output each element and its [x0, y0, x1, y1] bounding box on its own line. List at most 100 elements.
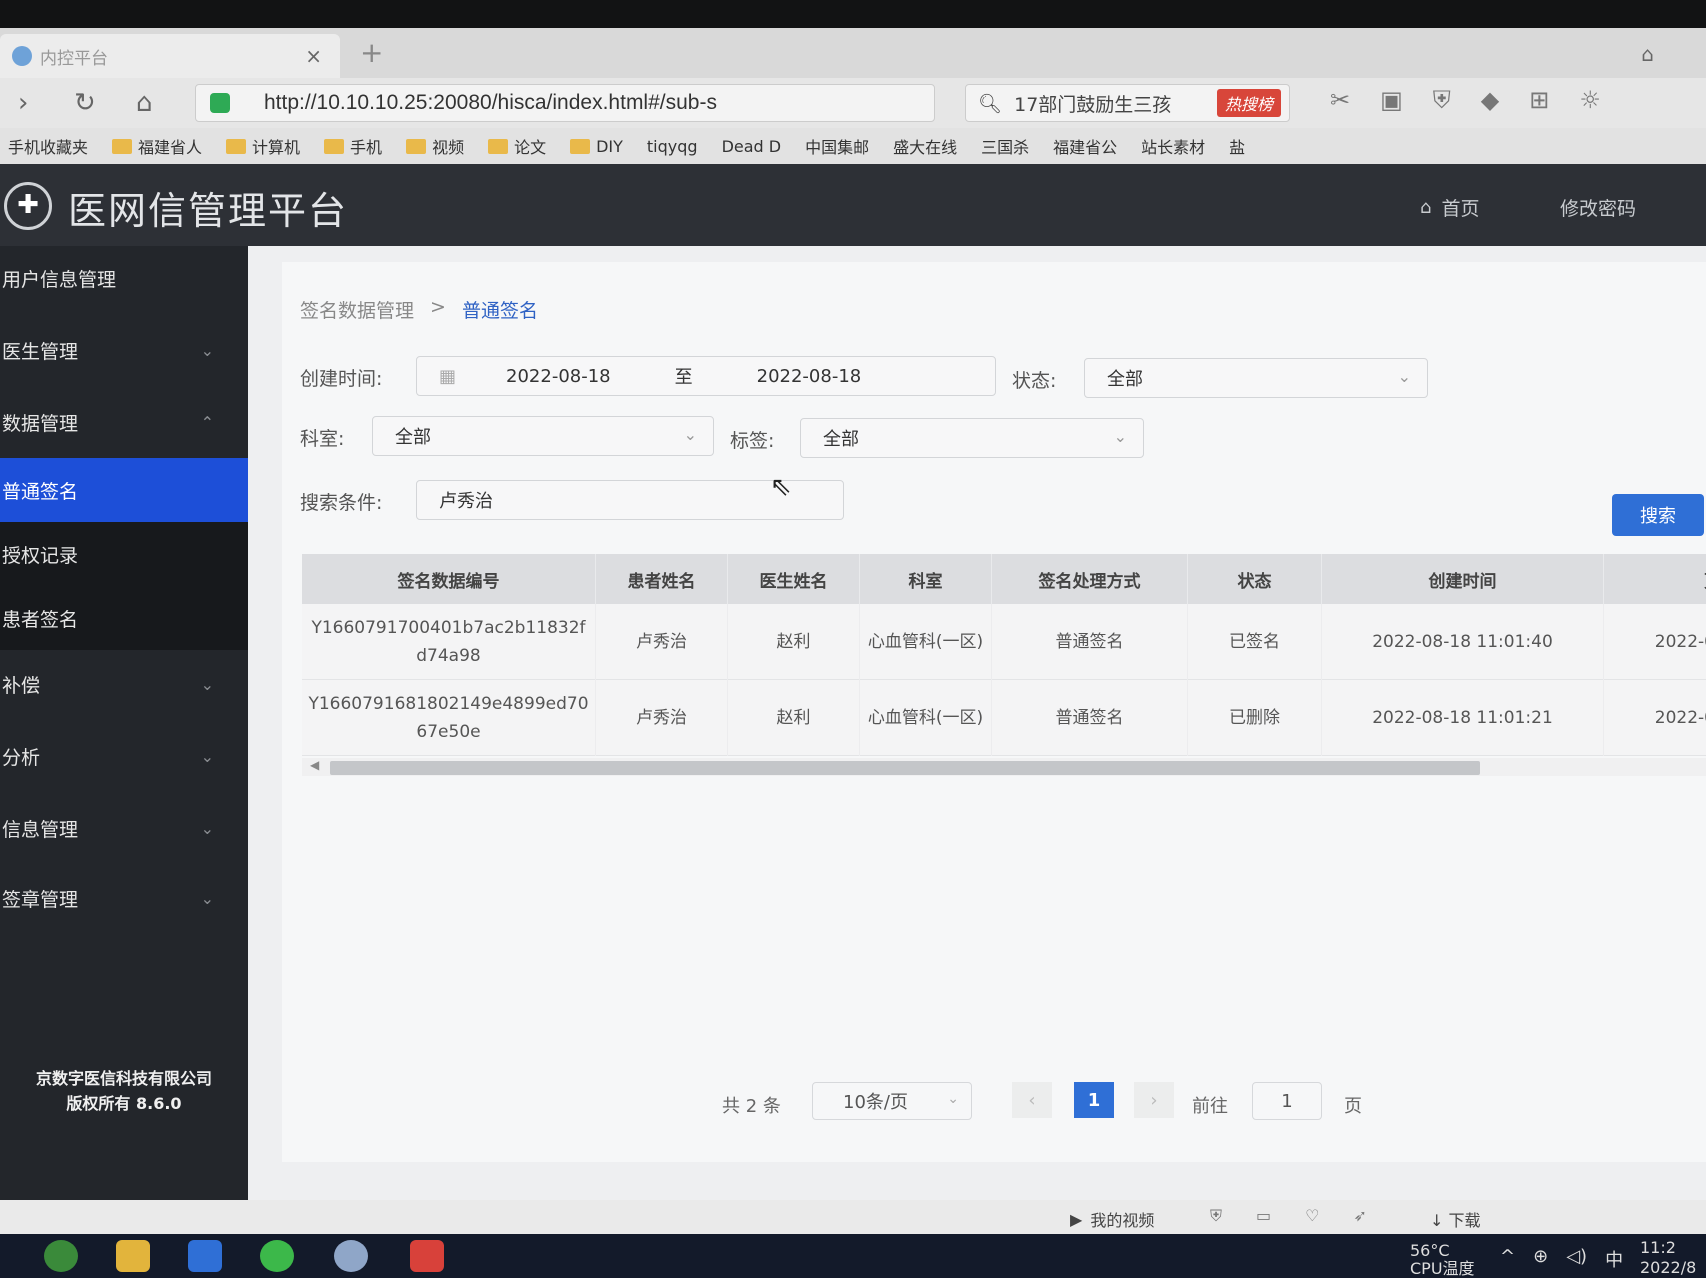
star-taskbar-icon[interactable]	[188, 1240, 222, 1272]
bookmark-item[interactable]: 手机	[324, 134, 382, 158]
address-bar[interactable]: http://10.10.10.25:20080/hisca/index.htm…	[195, 84, 935, 122]
wechat-taskbar-icon[interactable]	[260, 1240, 294, 1272]
cell-updated: 2022-0	[1604, 680, 1706, 756]
bookmark-item[interactable]: 论文	[488, 134, 546, 158]
search-icon: 🔍︎	[978, 92, 1003, 115]
scissors-icon[interactable]: ✂	[1330, 86, 1350, 114]
cell-status: 已签名	[1188, 604, 1322, 680]
paint-taskbar-icon[interactable]	[334, 1240, 368, 1272]
dept-select[interactable]: 全部 ⌄	[372, 416, 714, 456]
screen: 内控平台 × + ⌂ › ↻ ⌂ http://10.10.10.25:2008…	[0, 0, 1706, 1278]
bookmark-item[interactable]: 盐	[1229, 134, 1245, 158]
folder-taskbar-icon[interactable]	[116, 1240, 150, 1272]
date-range-picker[interactable]: ▦ 2022-08-18 至 2022-08-18	[416, 356, 996, 396]
search-button[interactable]: 搜索	[1612, 494, 1704, 536]
my-video-link[interactable]: ▶ 我的视频	[1070, 1207, 1154, 1231]
tag-label: 标签:	[730, 430, 775, 452]
tag-value: 全部	[823, 429, 859, 450]
bookmark-item[interactable]: 计算机	[226, 134, 300, 158]
download-link[interactable]: ↓ 下载	[1430, 1207, 1481, 1231]
bookmark-item[interactable]: Dead D	[722, 137, 782, 156]
my-video-label: 我的视频	[1090, 1211, 1155, 1230]
browser-tabbar: 内控平台 × + ⌂	[0, 28, 1706, 78]
image-icon[interactable]: ▭	[1256, 1206, 1271, 1226]
chevron-up-icon[interactable]: ^	[1500, 1246, 1515, 1272]
grid-icon[interactable]: ⊞	[1529, 86, 1549, 114]
close-tab-icon[interactable]: ×	[305, 44, 322, 68]
sidebar-item-auth-record[interactable]: 授权记录	[0, 522, 248, 586]
table-row[interactable]: Y1660791700401b7ac2b11832fd74a98 卢秀治 赵利 …	[302, 604, 1706, 680]
app-header: ✚ 医网信管理平台 ⌂ 首页 修改密码	[0, 164, 1706, 246]
sidebar-item-doctor[interactable]: 医生管理 ⌄	[0, 318, 248, 382]
ime-indicator[interactable]: 中	[1605, 1246, 1623, 1272]
bookmark-item[interactable]: 三国杀	[981, 134, 1029, 158]
chevron-down-icon: ⌄	[200, 746, 214, 766]
heart-icon[interactable]: ♡	[1305, 1206, 1319, 1226]
shirt-icon[interactable]: ⌂	[1641, 42, 1654, 66]
sidebar-item-user-info[interactable]: 用户信息管理	[0, 246, 248, 310]
shield-addon-icon[interactable]: ⛨	[1433, 86, 1451, 114]
browser-tab[interactable]: 内控平台 ×	[0, 34, 340, 78]
settings-icon[interactable]: ☼	[1579, 86, 1601, 114]
bookmark-item[interactable]: 福建省公	[1053, 134, 1117, 158]
bookmark-item[interactable]: DIY	[570, 137, 623, 156]
next-page-button[interactable]: ›	[1134, 1082, 1174, 1118]
reload-icon[interactable]: ↻	[74, 88, 96, 118]
breadcrumb-parent[interactable]: 签名数据管理	[300, 296, 414, 323]
sidebar-item-analysis[interactable]: 分析 ⌄	[0, 724, 248, 788]
chevron-down-icon: ⌄	[200, 888, 214, 908]
sidebar-item-seal-manage[interactable]: 签章管理 ⌄	[0, 866, 248, 930]
tag-select[interactable]: 全部 ⌄	[800, 418, 1144, 458]
bookmark-item[interactable]: 盛大在线	[893, 134, 957, 158]
col-header-created: 创建时间	[1322, 554, 1604, 604]
status-label: 状态:	[1012, 370, 1057, 392]
bookmark-item[interactable]: 视频	[406, 134, 464, 158]
bookmark-item[interactable]: tiqyqg	[647, 137, 698, 156]
network-icon[interactable]: ⊕	[1533, 1246, 1548, 1272]
wps-taskbar-icon[interactable]	[410, 1240, 444, 1272]
page-number-button[interactable]: 1	[1074, 1082, 1114, 1118]
home-link[interactable]: ⌂ 首页	[1420, 194, 1479, 221]
game-icon[interactable]: ◆	[1481, 86, 1499, 114]
hot-search-badge[interactable]: 热搜榜	[1216, 89, 1281, 117]
bookmark-item[interactable]: 福建省人	[112, 134, 202, 158]
page-size-select[interactable]: 10条/页 ⌄	[812, 1082, 972, 1120]
col-header-sign-method: 签名处理方式	[992, 554, 1188, 604]
date-from: 2022-08-18	[506, 365, 611, 387]
sidebar-item-info-manage[interactable]: 信息管理 ⌄	[0, 796, 248, 860]
app: ✚ 医网信管理平台 ⌂ 首页 修改密码 用户信息管理 医生管理 ⌄ 数据管理 ⌃…	[0, 164, 1706, 1200]
forward-icon[interactable]: ›	[18, 88, 28, 118]
browser-statusbar: ▶ 我的视频 ⛨ ▭ ♡ ➶ ↓ 下载	[0, 1200, 1706, 1234]
sidebar-item-data[interactable]: 数据管理 ⌃	[0, 390, 248, 454]
bookmark-item[interactable]: 站长素材	[1141, 134, 1205, 158]
sidebar-item-label: 签章管理	[2, 888, 79, 911]
home-icon[interactable]: ⌂	[136, 88, 153, 118]
volume-icon[interactable]: ◁)	[1566, 1246, 1587, 1272]
sidebar-item-patient-sign[interactable]: 患者签名	[0, 586, 248, 650]
bookmark-item[interactable]: 手机收藏夹	[8, 134, 88, 158]
shield-icon[interactable]: ⛨	[1210, 1206, 1222, 1226]
dept-label: 科室:	[300, 428, 345, 450]
translate-icon[interactable]: ▣	[1380, 86, 1403, 114]
goto-page-input[interactable]: 1	[1252, 1082, 1322, 1120]
goto-label: 前往	[1192, 1096, 1228, 1117]
new-tab-icon[interactable]: +	[360, 36, 383, 69]
rocket-icon[interactable]: ➶	[1353, 1206, 1366, 1226]
breadcrumb-separator: >	[430, 296, 446, 318]
change-password-link[interactable]: 修改密码	[1560, 194, 1636, 221]
copyright: 京数字医信科技有限公司 版权所有 8.6.0	[0, 1066, 248, 1116]
scrollbar-thumb[interactable]	[330, 761, 1480, 775]
browser-search-box[interactable]: 🔍︎ 17部门鼓励生三孩 热搜榜	[965, 84, 1290, 122]
bookmark-item[interactable]: 中国集邮	[805, 134, 869, 158]
sidebar-item-compensate[interactable]: 补偿 ⌄	[0, 652, 248, 716]
scroll-left-icon[interactable]: ◀	[310, 758, 319, 772]
clock[interactable]: 11:2 2022/8	[1640, 1238, 1696, 1278]
table-horizontal-scrollbar[interactable]: ◀	[302, 758, 1706, 776]
col-header-updated: 更	[1604, 554, 1706, 604]
browser-taskbar-icon[interactable]	[44, 1240, 78, 1272]
table-row[interactable]: Y1660791681802149e4899ed7067e50e 卢秀治 赵利 …	[302, 680, 1706, 756]
prev-page-button[interactable]: ‹	[1012, 1082, 1052, 1118]
clock-time: 11:2	[1640, 1238, 1676, 1257]
sidebar-item-normal-sign[interactable]: 普通签名	[0, 458, 248, 522]
status-select[interactable]: 全部 ⌄	[1084, 358, 1428, 398]
